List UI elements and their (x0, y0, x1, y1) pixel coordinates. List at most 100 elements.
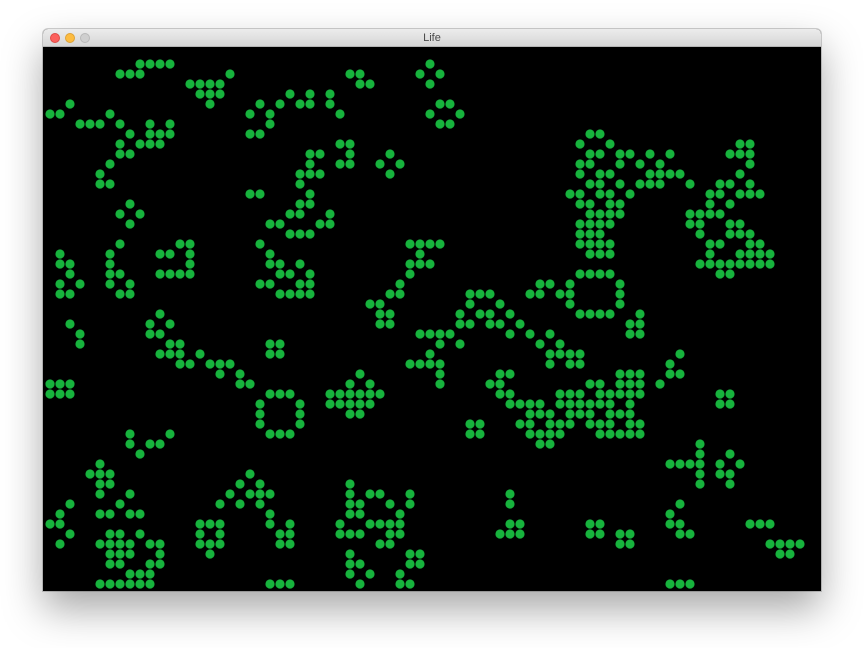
live-cell (455, 309, 465, 319)
title-bar[interactable]: Life (43, 29, 821, 47)
live-cell (425, 349, 435, 359)
live-cell (265, 119, 275, 129)
live-cell (605, 219, 615, 229)
live-cell (375, 539, 385, 549)
live-cell (95, 459, 105, 469)
live-cell (105, 159, 115, 169)
live-cell (55, 539, 65, 549)
live-cell (575, 169, 585, 179)
live-cell (255, 409, 265, 419)
live-cell (45, 519, 55, 529)
live-cell (115, 559, 125, 569)
live-cell (45, 109, 55, 119)
live-cell (665, 149, 675, 159)
live-cell (145, 439, 155, 449)
live-cell (135, 69, 145, 79)
live-cell (65, 319, 75, 329)
live-cell (145, 569, 155, 579)
live-cell (475, 429, 485, 439)
live-cell (65, 499, 75, 509)
live-cell (695, 449, 705, 459)
live-cell (675, 349, 685, 359)
live-cell (705, 199, 715, 209)
live-cell (245, 489, 255, 499)
live-cell (495, 369, 505, 379)
live-cell (715, 469, 725, 479)
live-cell (705, 259, 715, 269)
live-cell (555, 419, 565, 429)
live-cell (425, 239, 435, 249)
live-cell (165, 249, 175, 259)
live-cell (275, 289, 285, 299)
live-cell (665, 519, 675, 529)
live-cell (635, 309, 645, 319)
live-cell (265, 279, 275, 289)
live-cell (115, 499, 125, 509)
life-grid (45, 59, 805, 589)
live-cell (385, 529, 395, 539)
live-cell (565, 409, 575, 419)
live-cell (135, 529, 145, 539)
live-cell (385, 149, 395, 159)
live-cell (165, 59, 175, 69)
live-cell (515, 319, 525, 329)
live-cell (455, 319, 465, 329)
life-board[interactable] (43, 47, 821, 591)
live-cell (395, 519, 405, 529)
live-cell (685, 529, 695, 539)
live-cell (715, 239, 725, 249)
live-cell (85, 119, 95, 129)
live-cell (195, 349, 205, 359)
live-cell (205, 549, 215, 559)
live-cell (145, 579, 155, 589)
live-cell (795, 539, 805, 549)
live-cell (345, 569, 355, 579)
live-cell (595, 169, 605, 179)
live-cell (485, 379, 495, 389)
live-cell (585, 209, 595, 219)
live-cell (685, 459, 695, 469)
live-cell (335, 399, 345, 409)
live-cell (465, 429, 475, 439)
live-cell (735, 249, 745, 259)
live-cell (625, 539, 635, 549)
live-cell (365, 489, 375, 499)
live-cell (595, 379, 605, 389)
live-cell (415, 549, 425, 559)
live-cell (165, 119, 175, 129)
live-cell (285, 269, 295, 279)
live-cell (345, 139, 355, 149)
live-cell (605, 389, 615, 399)
live-cell (615, 409, 625, 419)
live-cell (135, 209, 145, 219)
live-cell (525, 409, 535, 419)
live-cell (515, 519, 525, 529)
live-cell (535, 409, 545, 419)
live-cell (575, 399, 585, 409)
live-cell (345, 489, 355, 499)
live-cell (405, 549, 415, 559)
live-cell (365, 519, 375, 529)
live-cell (585, 519, 595, 529)
live-cell (265, 579, 275, 589)
live-cell (425, 79, 435, 89)
live-cell (295, 419, 305, 429)
live-cell (345, 529, 355, 539)
live-cell (65, 389, 75, 399)
live-cell (495, 319, 505, 329)
live-cell (135, 509, 145, 519)
live-cell (525, 429, 535, 439)
live-cell (725, 399, 735, 409)
live-cell (595, 209, 605, 219)
live-cell (245, 189, 255, 199)
live-cell (545, 359, 555, 369)
live-cell (205, 359, 215, 369)
live-cell (355, 79, 365, 89)
live-cell (565, 289, 575, 299)
live-cell (285, 229, 295, 239)
live-cell (715, 189, 725, 199)
live-cell (605, 309, 615, 319)
live-cell (615, 279, 625, 289)
live-cell (655, 179, 665, 189)
live-cell (275, 349, 285, 359)
